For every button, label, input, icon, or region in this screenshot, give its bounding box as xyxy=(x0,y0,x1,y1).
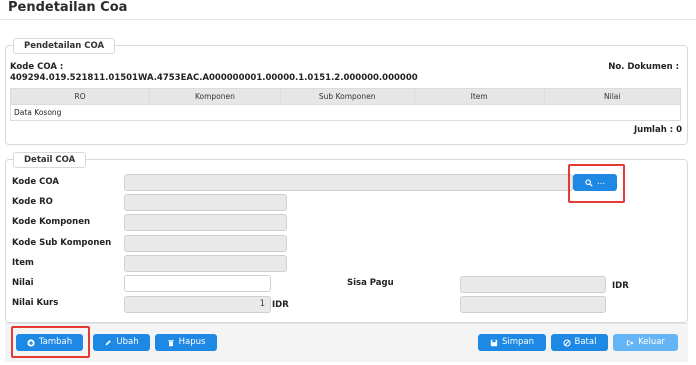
nilai-kurs-currency: IDR xyxy=(272,300,289,310)
detail-coa-legend: Detail COA xyxy=(13,152,87,168)
col-sub-komponen[interactable]: Sub Komponen xyxy=(279,88,415,105)
batal-label: Batal xyxy=(574,337,597,347)
nilai-kurs-label: Nilai Kurs xyxy=(12,298,59,308)
sisa-pagu-input[interactable] xyxy=(460,276,606,293)
simpan-label: Simpan xyxy=(501,337,535,347)
simpan-button[interactable]: Simpan xyxy=(478,334,546,351)
sisa-pagu-currency: IDR xyxy=(612,281,629,291)
exit-icon xyxy=(626,340,634,345)
page-title: Pendetailan Coa xyxy=(8,0,128,15)
kode-komponen-input[interactable] xyxy=(124,214,287,231)
pendetailan-table: RO Komponen Sub Komponen Item Nilai Data… xyxy=(9,88,681,121)
kode-komponen-label: Kode Komponen xyxy=(12,217,91,227)
kode-coa-label: Kode COA : xyxy=(10,62,64,72)
col-item[interactable]: Item xyxy=(413,88,545,105)
col-komponen[interactable]: Komponen xyxy=(149,88,281,105)
no-dokumen-label: No. Dokumen : xyxy=(608,62,679,72)
hapus-label: Hapus xyxy=(178,337,206,347)
item-label: Item xyxy=(12,258,34,268)
search-button-highlight xyxy=(568,164,625,203)
kode-ro-label: Kode RO xyxy=(12,197,53,207)
kode-sub-komponen-input[interactable] xyxy=(124,235,287,252)
kode-ro-input[interactable] xyxy=(124,194,287,211)
pencil-icon xyxy=(105,339,112,345)
sisa-pagu-label: Sisa Pagu xyxy=(347,278,394,288)
nilai-kurs-input[interactable]: 1 xyxy=(124,296,271,313)
hapus-button[interactable]: Hapus xyxy=(155,334,217,351)
batal-button[interactable]: Batal xyxy=(551,334,608,351)
col-nilai[interactable]: Nilai xyxy=(543,88,681,105)
nilai-input[interactable] xyxy=(124,275,271,292)
extra-readonly-input[interactable] xyxy=(460,296,606,313)
table-row: Data Kosong xyxy=(10,104,681,121)
item-input[interactable] xyxy=(124,255,287,272)
cancel-icon xyxy=(562,338,571,347)
ubah-button[interactable]: Ubah xyxy=(93,334,150,351)
empty-table-message: Data Kosong xyxy=(10,104,681,121)
keluar-label: Keluar xyxy=(638,337,665,347)
kode-sub-komponen-label: Kode Sub Komponen xyxy=(12,238,112,248)
kode-coa-field-label: Kode COA xyxy=(12,177,59,187)
nilai-label: Nilai xyxy=(12,278,34,288)
col-ro[interactable]: RO xyxy=(9,88,151,105)
tambah-button-highlight xyxy=(11,326,90,358)
kode-coa-value: 409294.019.521811.01501WA.4753EAC.A00000… xyxy=(10,73,418,83)
ubah-label: Ubah xyxy=(116,337,139,347)
pendetailan-coa-legend: Pendetailan COA xyxy=(13,38,116,54)
trash-icon xyxy=(167,339,174,346)
kode-coa-input[interactable] xyxy=(124,174,573,191)
table-header-row: RO Komponen Sub Komponen Item Nilai xyxy=(9,88,681,105)
keluar-button[interactable]: Keluar xyxy=(613,334,678,351)
jumlah-label: Jumlah : 0 xyxy=(633,125,682,135)
title-divider xyxy=(0,19,696,20)
save-icon xyxy=(490,339,498,346)
